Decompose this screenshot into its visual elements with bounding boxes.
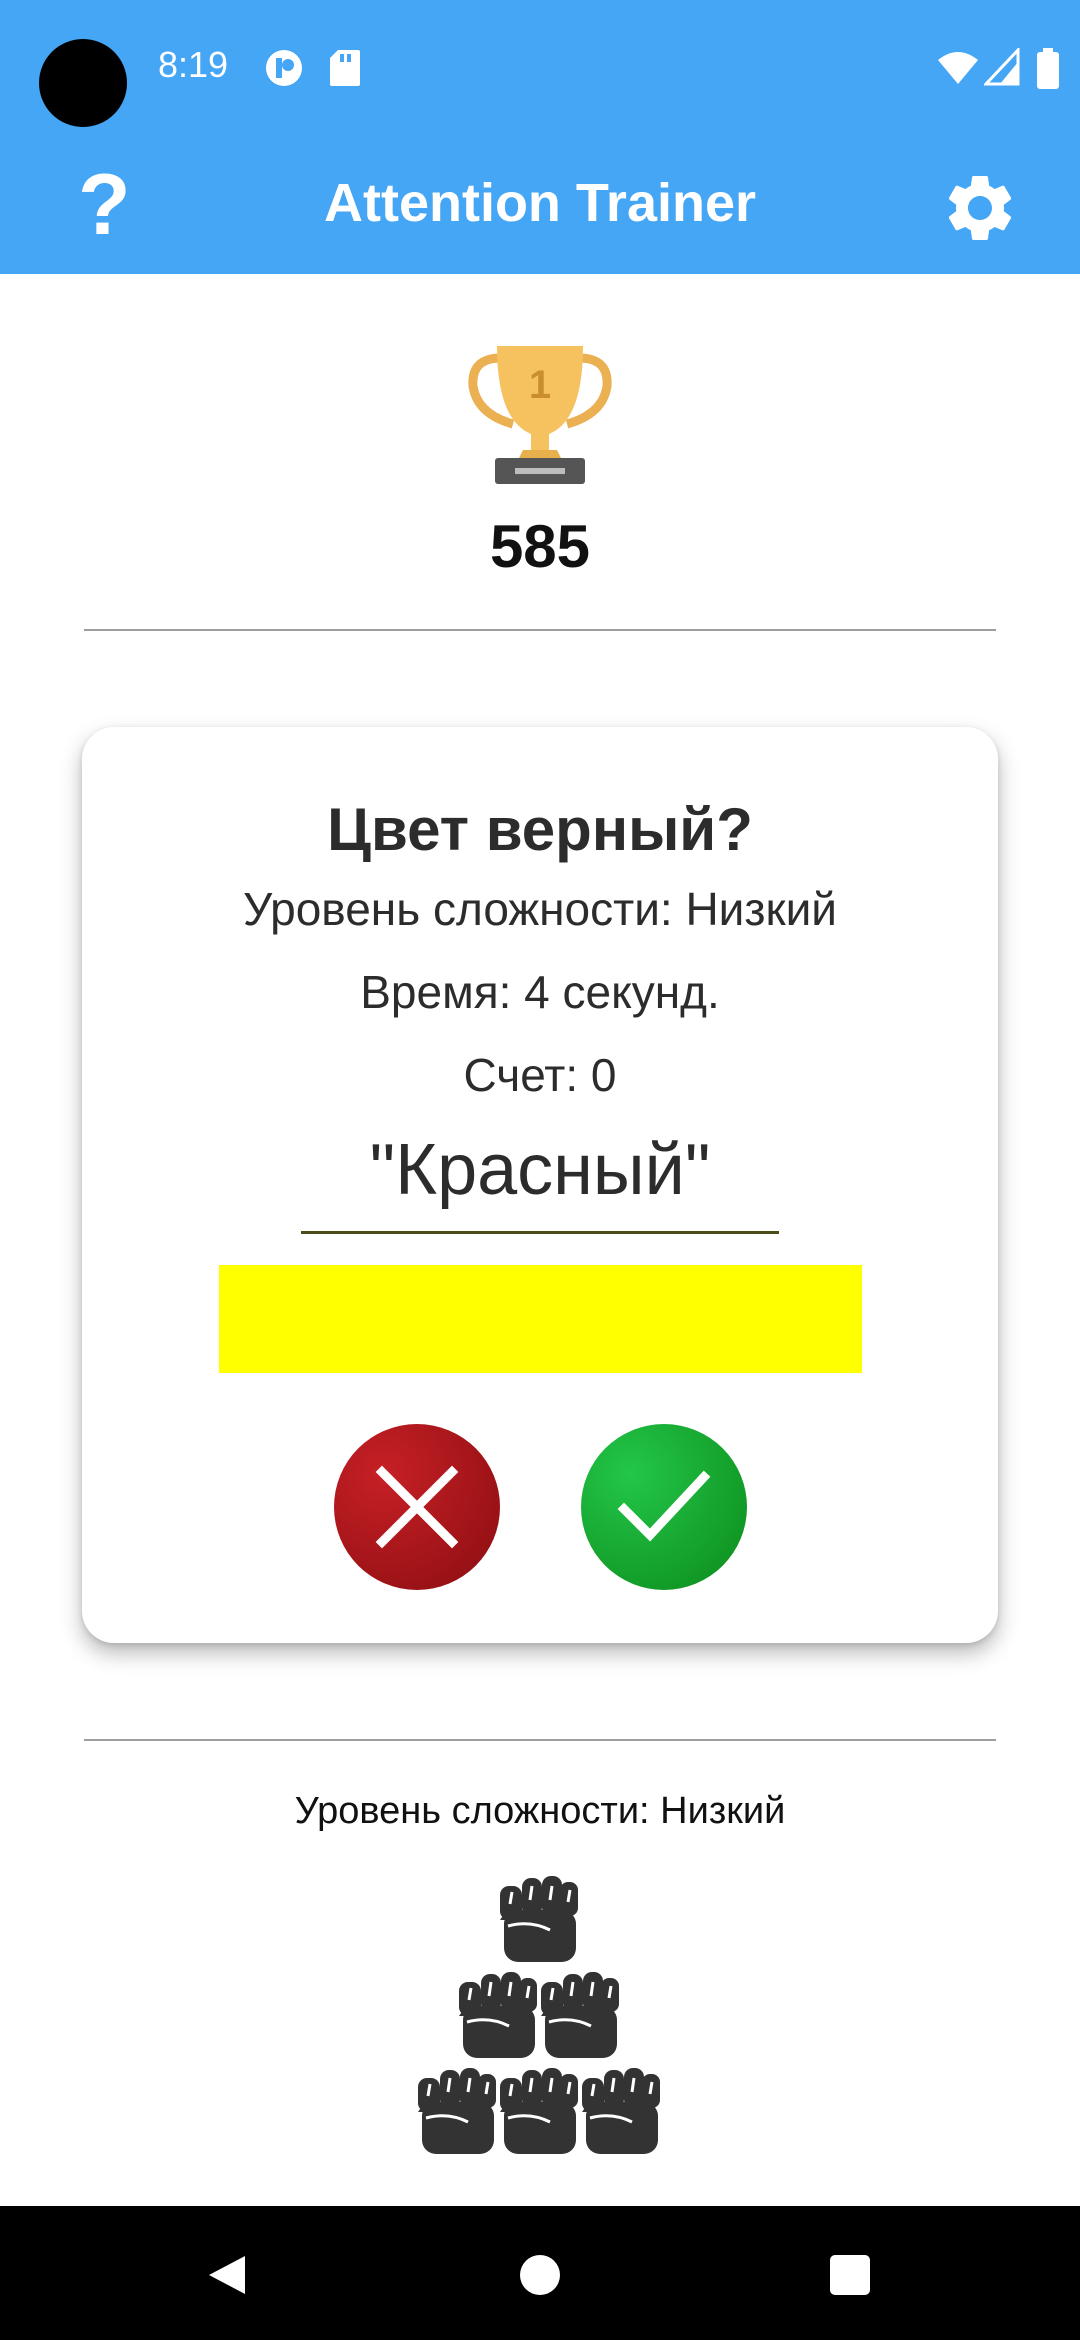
fist-icon: [498, 1874, 580, 1964]
fist-icon: [580, 2066, 662, 2156]
difficulty-fists: [416, 1874, 662, 2156]
fist-icon: [416, 2066, 498, 2156]
navigation-bar: [0, 2206, 1080, 2340]
back-icon[interactable]: [205, 2252, 249, 2298]
fist-icon: [498, 2066, 580, 2156]
home-icon[interactable]: [519, 2254, 561, 2296]
fist-icon: [457, 1970, 539, 2060]
recents-icon[interactable]: [830, 2255, 870, 2295]
fist-icon: [539, 1970, 621, 2060]
